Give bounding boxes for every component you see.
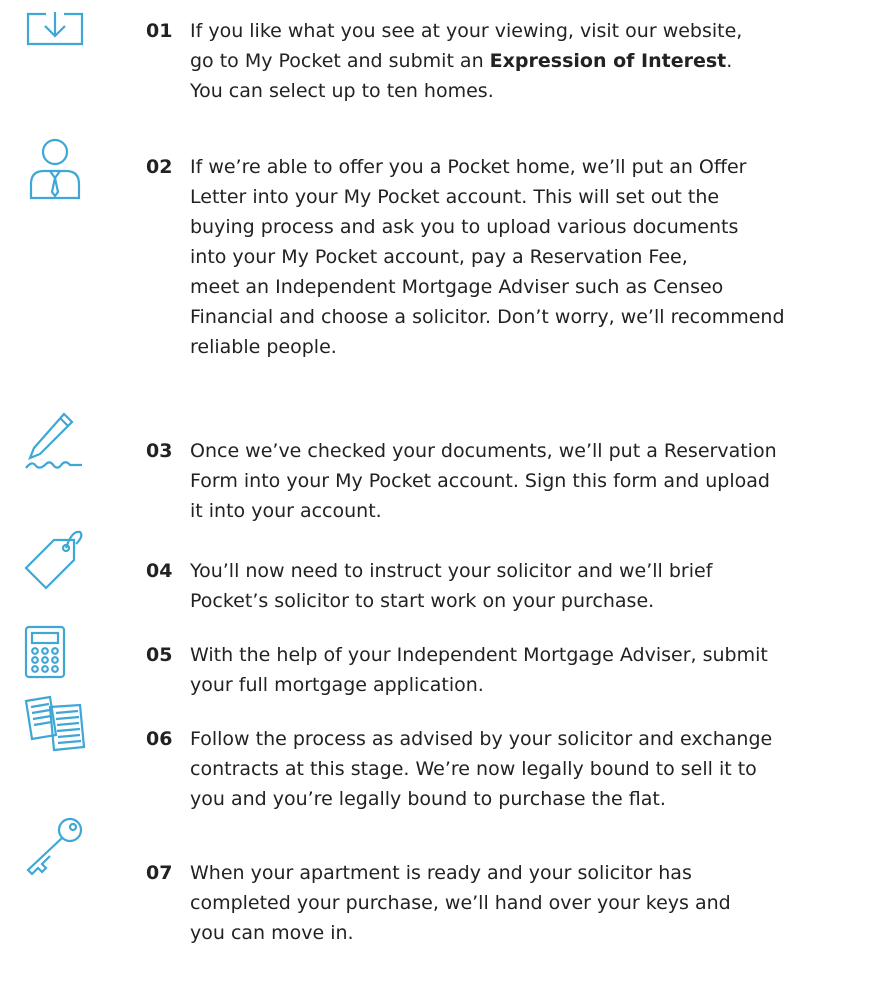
calculator-icon bbox=[24, 625, 86, 687]
step-text-line: buying process and ask you to upload var… bbox=[190, 216, 739, 238]
step-text: You’ll now need to instruct your solicit… bbox=[190, 556, 890, 616]
step-text-line: reliable people. bbox=[190, 336, 337, 358]
key-icon bbox=[24, 816, 86, 878]
step-text: Follow the process as advised by your so… bbox=[190, 724, 890, 814]
step-text-line: Form into your My Pocket account. Sign t… bbox=[190, 470, 770, 492]
step-number: 02 bbox=[146, 156, 173, 178]
step-text-line: completed your purchase, we’ll hand over… bbox=[190, 892, 731, 914]
step-text-segment: . bbox=[726, 50, 733, 72]
step-text: With the help of your Independent Mortga… bbox=[190, 640, 890, 700]
step-text-line: When your apartment is ready and your so… bbox=[190, 862, 692, 884]
step-text-line: You’ll now need to instruct your solicit… bbox=[190, 560, 713, 582]
person-icon bbox=[24, 138, 86, 200]
step-number: 03 bbox=[146, 440, 173, 462]
step-text: Once we’ve checked your documents, we’ll… bbox=[190, 436, 890, 526]
step-text-segment: go to My Pocket and submit an bbox=[190, 50, 490, 72]
step-text-line: You can select up to ten homes. bbox=[190, 80, 494, 102]
pen-signature-icon bbox=[24, 410, 86, 472]
step-text-line: If you like what you see at your viewing… bbox=[190, 20, 743, 42]
expression-of-interest-emphasis: Expression of Interest bbox=[489, 50, 727, 72]
documents-icon bbox=[24, 695, 86, 757]
step-text-line: Once we’ve checked your documents, we’ll… bbox=[190, 440, 777, 462]
step-number: 07 bbox=[146, 862, 173, 884]
step-text-line: it into your account. bbox=[190, 500, 382, 522]
step-text-line: meet an Independent Mortgage Adviser suc… bbox=[190, 276, 724, 298]
step-text-line: Financial and choose a solicitor. Don’t … bbox=[190, 306, 785, 328]
step-text-line: into your My Pocket account, pay a Reser… bbox=[190, 246, 688, 268]
step-text-line: you can move in. bbox=[190, 922, 354, 944]
price-tag-icon bbox=[24, 528, 86, 590]
step-text-line: With the help of your Independent Mortga… bbox=[190, 644, 768, 666]
step-text: If you like what you see at your viewing… bbox=[190, 16, 890, 106]
download-icon bbox=[24, 6, 86, 68]
step-number: 05 bbox=[146, 644, 173, 666]
step-number: 06 bbox=[146, 728, 173, 750]
step-number: 04 bbox=[146, 560, 173, 582]
step-text-line: contracts at this stage. We’re now legal… bbox=[190, 758, 757, 780]
step-number: 01 bbox=[146, 20, 173, 42]
step-text-line: Letter into your My Pocket account. This… bbox=[190, 186, 720, 208]
step-text: If we’re able to offer you a Pocket home… bbox=[190, 152, 890, 362]
step-text-line: you and you’re legally bound to purchase… bbox=[190, 788, 666, 810]
step-text-line: your full mortgage application. bbox=[190, 674, 484, 696]
step-text: When your apartment is ready and your so… bbox=[190, 858, 890, 948]
step-text-line: Pocket’s solicitor to start work on your… bbox=[190, 590, 655, 612]
step-text-line: Follow the process as advised by your so… bbox=[190, 728, 773, 750]
step-text-line: If we’re able to offer you a Pocket home… bbox=[190, 156, 747, 178]
step-text-line: go to My Pocket and submit an Expression… bbox=[190, 46, 890, 76]
